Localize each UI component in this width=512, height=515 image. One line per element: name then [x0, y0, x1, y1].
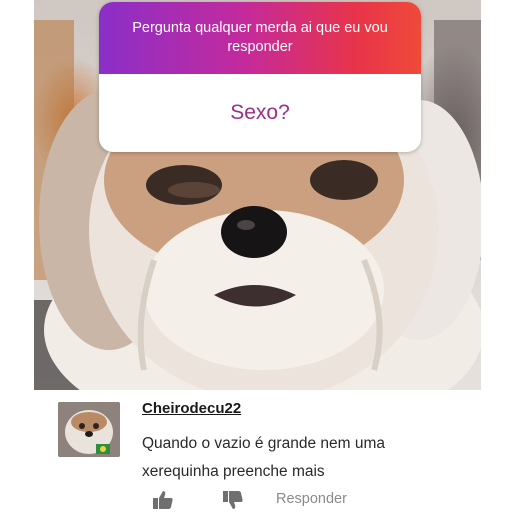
left-border — [0, 0, 34, 512]
comment-text: Quando o vazio é grande nem uma xerequin… — [142, 435, 385, 480]
question-header: Pergunta qualquer merda ai que eu vou re… — [99, 2, 421, 74]
question-sticker[interactable]: Pergunta qualquer merda ai que eu vou re… — [99, 2, 421, 152]
dog-avatar[interactable] — [58, 402, 120, 457]
comment-actions: Responder — [152, 490, 452, 510]
avatar-image — [58, 402, 120, 457]
right-border — [481, 0, 512, 512]
reply-button[interactable]: Responder — [276, 491, 347, 507]
question-prompt: Pergunta qualquer merda ai que eu vou re… — [132, 20, 388, 55]
comment-card: Cheirodecu22 Quando o vazio é grande nem… — [34, 390, 481, 512]
comment-username[interactable]: Cheirodecu22 — [142, 400, 241, 417]
thumbs-up-icon[interactable] — [152, 490, 174, 515]
question-answer: Sexo? — [99, 74, 421, 152]
thumbs-down-icon[interactable] — [222, 490, 244, 515]
answer-text: Sexo? — [230, 101, 290, 124]
